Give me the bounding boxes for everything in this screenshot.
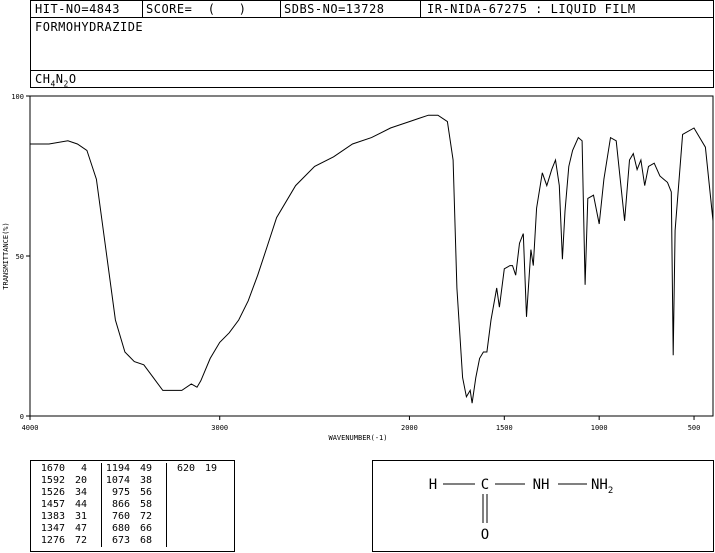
x-tick-label: 1500 (496, 424, 513, 432)
structure-box: H C NH NH2 O (372, 460, 714, 552)
peak-transmittance: 72 (130, 511, 167, 523)
peak-transmittance: 68 (130, 535, 167, 547)
peak-row: 1670 4 1194 49 620 19 (37, 463, 231, 475)
peak-wavenumber: 1347 (40, 523, 65, 534)
atom-nh2: NH2 (591, 477, 613, 496)
peak-wavenumber (167, 475, 196, 487)
sdbs-no-cell: SDBS-NO=13728 (281, 1, 421, 18)
peak-wavenumber: 1457 (40, 499, 65, 510)
peak-row: 1276 72 673 68 (37, 535, 231, 547)
peak-row: 1383 31 760 72 (37, 511, 231, 523)
peak-row: 1592 20 1074 38 (37, 475, 231, 487)
peak-wavenumber: 680 (111, 523, 130, 534)
hit-no-cell: HIT-NO=4843 (31, 1, 143, 18)
formula-box: CH4N2O (30, 70, 714, 88)
peak-wavenumber (167, 511, 196, 523)
peak-wavenumber: 673 (111, 535, 130, 546)
peak-transmittance: 4 (65, 463, 102, 475)
ir-info: IR-NIDA-67275 : LIQUID FILM (427, 2, 636, 16)
peak-transmittance: 38 (130, 475, 167, 487)
score: SCORE= ( ) (146, 2, 247, 16)
peak-wavenumber: 1670 (40, 463, 65, 474)
atom-o: O (481, 527, 489, 543)
peak-transmittance: 58 (130, 499, 167, 511)
y-axis-label: TRANSMITTANCE(%) (2, 222, 10, 289)
atom-nh: NH (533, 477, 550, 493)
peak-wavenumber (167, 487, 196, 499)
peak-wavenumber (167, 535, 196, 547)
spectrum-line (30, 114, 714, 404)
peak-transmittance (195, 511, 231, 523)
peak-wavenumber (167, 499, 196, 511)
score-cell: SCORE= ( ) (143, 1, 281, 18)
structure-diagram: H C NH NH2 O (429, 477, 614, 543)
peak-transmittance: 34 (65, 487, 102, 499)
peak-wavenumber: 620 (176, 463, 195, 474)
peak-transmittance: 19 (204, 463, 217, 474)
peak-transmittance (195, 499, 231, 511)
peak-wavenumber: 1526 (40, 487, 65, 498)
peak-wavenumber: 1383 (40, 511, 65, 522)
x-tick-label: 4000 (22, 424, 39, 432)
peak-row: 1526 34 975 56 (37, 487, 231, 499)
peak-wavenumber (167, 523, 196, 535)
peak-transmittance: 31 (65, 511, 102, 523)
peak-transmittance (195, 523, 231, 535)
peak-wavenumber: 1194 (105, 463, 130, 474)
atom-h: H (429, 477, 437, 493)
sdbs-no: SDBS-NO=13728 (284, 2, 385, 16)
peak-table: 1670 4 1194 49 620 19 1592 20 1074 38 1526 34 975 56 1… (37, 463, 231, 547)
header-bar: HIT-NO=4843 SCORE= ( ) SDBS-NO=13728 IR-… (30, 0, 714, 18)
atom-c: C (481, 477, 489, 493)
compound-name: FORMOHYDRAZIDE (35, 20, 144, 34)
peak-transmittance: 66 (130, 523, 167, 535)
plot-frame (29, 95, 714, 417)
peak-wavenumber: 1074 (105, 475, 130, 486)
peak-transmittance (195, 475, 231, 487)
peak-wavenumber: 1592 (40, 475, 65, 486)
y-tick-label: 50 (16, 253, 24, 261)
compound-name-box: FORMOHYDRAZIDE (30, 17, 714, 71)
peak-transmittance: 72 (65, 535, 102, 547)
peak-transmittance: 44 (65, 499, 102, 511)
peak-transmittance (195, 487, 231, 499)
hit-no: HIT-NO=4843 (35, 2, 120, 16)
x-tick-label: 1000 (591, 424, 608, 432)
x-tick-label: 2000 (401, 424, 418, 432)
peak-row: 1457 44 866 58 (37, 499, 231, 511)
peak-wavenumber: 866 (111, 499, 130, 510)
y-tick-label: 100 (11, 93, 24, 101)
x-axis-label: WAVENUMBER(-1) (328, 434, 387, 442)
peak-transmittance (195, 535, 231, 547)
y-tick-label: 0 (20, 413, 24, 421)
peak-wavenumber: 975 (111, 487, 130, 498)
x-tick-label: 3000 (211, 424, 228, 432)
peak-wavenumber: 760 (111, 511, 130, 522)
peak-row: 1347 47 680 66 (37, 523, 231, 535)
peak-transmittance: 49 (130, 463, 167, 475)
x-tick-label: 500 (688, 424, 701, 432)
peak-transmittance: 47 (65, 523, 102, 535)
peak-wavenumber: 1276 (40, 535, 65, 546)
peak-table-box: 1670 4 1194 49 620 19 1592 20 1074 38 1526 34 975 56 1… (30, 460, 235, 552)
peak-transmittance: 20 (65, 475, 102, 487)
peak-transmittance: 56 (130, 487, 167, 499)
